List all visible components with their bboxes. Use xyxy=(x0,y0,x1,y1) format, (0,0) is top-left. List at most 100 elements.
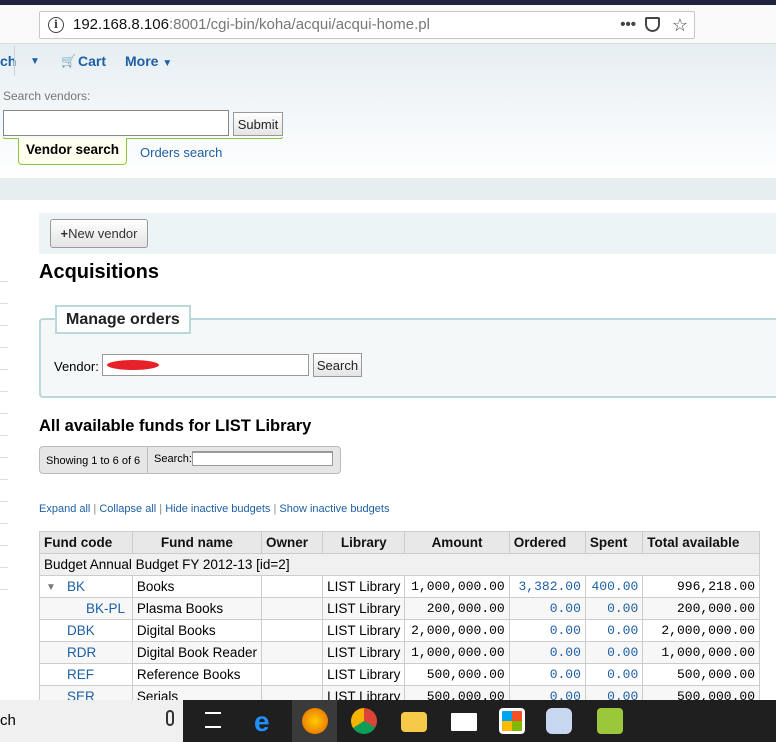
edge-icon[interactable]: e xyxy=(254,706,270,738)
microphone-icon[interactable] xyxy=(166,710,174,726)
store-icon[interactable] xyxy=(499,708,525,734)
collapse-triangle-icon[interactable]: ▼ xyxy=(46,582,56,593)
virtualbox-icon[interactable] xyxy=(546,708,572,734)
tab-vendor-search[interactable]: Vendor search xyxy=(18,138,127,165)
fund-ordered[interactable]: 0.00 xyxy=(508,619,586,642)
table-row: REF Reference Books LIST Library 500,000.00… xyxy=(39,663,760,686)
fund-library: LIST Library xyxy=(322,575,406,598)
fund-spent[interactable]: 0.00 xyxy=(584,597,644,620)
fund-ordered[interactable]: 0.00 xyxy=(508,597,586,620)
fund-total-available: 2,000,000.00 xyxy=(642,619,760,642)
acq-toolbar: +New vendor xyxy=(39,213,776,254)
mail-icon[interactable] xyxy=(451,713,477,731)
col-owner[interactable]: Owner xyxy=(260,531,324,554)
expand-all-link[interactable]: Expand all xyxy=(39,503,90,515)
caret-down-icon: ▼ xyxy=(162,58,173,69)
file-explorer-icon[interactable] xyxy=(401,712,427,732)
collapse-all-link[interactable]: Collapse all xyxy=(99,503,156,515)
more-actions-icon[interactable]: ••• xyxy=(620,12,636,38)
new-vendor-label: New vendor xyxy=(68,226,138,241)
fund-code-link[interactable]: BK-PL xyxy=(86,601,125,616)
vendor-input[interactable] xyxy=(102,354,309,376)
show-inactive-link[interactable]: Show inactive budgets xyxy=(279,503,389,515)
table-row: RDR Digital Book Reader LIST Library 1,000,… xyxy=(39,641,760,664)
fund-name: Digital Book Reader xyxy=(131,641,262,664)
url-path: :8001/cgi-bin/koha/acqui/acqui-home.pl xyxy=(168,16,430,33)
fund-total-available: 1,000,000.00 xyxy=(642,641,760,664)
fund-owner xyxy=(260,619,324,642)
chrome-icon[interactable] xyxy=(351,708,377,734)
vendor-label: Vendor: xyxy=(54,359,99,374)
taskbar-search-text: ch xyxy=(0,712,16,729)
firefox-icon[interactable] xyxy=(302,708,328,734)
browser-toolbar: i 192.168.8.106:8001/cgi-bin/koha/acqui/… xyxy=(0,5,776,44)
fund-ordered[interactable]: 0.00 xyxy=(508,641,586,664)
budget-row: Budget Annual Budget FY 2012-13 [id=2] xyxy=(39,553,760,576)
col-fund-code[interactable]: Fund code xyxy=(39,531,133,554)
col-fund-name[interactable]: Fund name xyxy=(131,531,262,554)
url-host: 192.168.8.106 xyxy=(73,16,169,33)
fund-name: Reference Books xyxy=(131,663,262,686)
hide-inactive-link[interactable]: Hide inactive budgets xyxy=(165,503,270,515)
fund-spent[interactable]: 0.00 xyxy=(584,663,644,686)
new-vendor-button[interactable]: +New vendor xyxy=(50,219,148,248)
col-total-available[interactable]: Total available xyxy=(642,531,760,554)
nav-cart[interactable]: Cart xyxy=(78,53,106,69)
caret-down-icon[interactable]: ▼ xyxy=(30,56,40,67)
divider xyxy=(147,447,148,473)
cart-icon: 🛒 xyxy=(61,54,76,68)
fund-spent[interactable]: 400.00 xyxy=(584,575,644,598)
fund-total-available: 200,000.00 xyxy=(642,597,760,620)
breadcrumb-band xyxy=(0,178,776,200)
budget-label: Budget Annual Budget FY 2012-13 [id=2] xyxy=(39,553,760,576)
fund-amount: 1,000,000.00 xyxy=(404,641,510,664)
fund-library: LIST Library xyxy=(322,641,406,664)
table-row: ▼ BK Books LIST Library 1,000,000.00 3,382.00… xyxy=(39,575,760,598)
fund-spent[interactable]: 0.00 xyxy=(584,619,644,642)
fund-amount: 1,000,000.00 xyxy=(404,575,510,598)
redaction-mark xyxy=(107,360,159,370)
info-icon[interactable]: i xyxy=(48,17,64,33)
col-amount[interactable]: Amount xyxy=(404,531,510,554)
datatable-info: Showing 1 to 6 of 6 xyxy=(46,455,141,467)
taskbar-search[interactable]: ch xyxy=(0,700,143,742)
table-header-row: Fund code Fund name Owner Library Amount… xyxy=(39,531,760,554)
tab-orders-search[interactable]: Orders search xyxy=(140,145,222,160)
datatable-search-label: Search: xyxy=(154,453,192,465)
vendor-search-button[interactable]: Search xyxy=(313,353,362,377)
fund-ordered[interactable]: 3,382.00 xyxy=(508,575,586,598)
task-view-icon[interactable] xyxy=(205,712,221,728)
fund-ordered[interactable]: 0.00 xyxy=(508,663,586,686)
nav-more[interactable]: More ▼ xyxy=(125,53,172,69)
fund-owner xyxy=(260,597,324,620)
budget-links: Expand all | Collapse all | Hide inactiv… xyxy=(39,503,390,515)
fund-total-available: 500,000.00 xyxy=(642,663,760,686)
sidebar-edge xyxy=(0,260,8,600)
fund-amount: 2,000,000.00 xyxy=(404,619,510,642)
plus-icon: + xyxy=(60,226,69,241)
table-row: DBK Digital Books LIST Library 2,000,000.00… xyxy=(39,619,760,642)
datatable-search-input[interactable] xyxy=(192,451,333,466)
fund-library: LIST Library xyxy=(322,663,406,686)
col-ordered[interactable]: Ordered xyxy=(508,531,586,554)
fund-spent[interactable]: 0.00 xyxy=(584,641,644,664)
fund-code-link[interactable]: RDR xyxy=(67,645,96,660)
col-spent[interactable]: Spent xyxy=(584,531,644,554)
vendor-search-input[interactable] xyxy=(3,110,229,136)
nav-divider xyxy=(14,46,15,76)
submit-button[interactable]: Submit xyxy=(233,112,283,136)
search-vendors-label: Search vendors: xyxy=(3,89,91,103)
nav-more-label: More xyxy=(125,53,159,69)
bookmark-star-icon[interactable]: ☆ xyxy=(672,12,688,38)
fund-code-link[interactable]: DBK xyxy=(67,623,95,638)
funds-heading: All available funds for LIST Library xyxy=(39,417,312,435)
fund-code-link[interactable]: BK xyxy=(67,579,85,594)
fund-total-available: 996,218.00 xyxy=(642,575,760,598)
notepad-icon[interactable] xyxy=(597,708,623,734)
url-bar[interactable]: i 192.168.8.106:8001/cgi-bin/koha/acqui/… xyxy=(39,11,695,39)
fund-amount: 500,000.00 xyxy=(404,663,510,686)
col-library[interactable]: Library xyxy=(322,531,406,554)
fund-code-link[interactable]: REF xyxy=(67,667,94,682)
pocket-icon[interactable] xyxy=(645,17,660,32)
fund-owner xyxy=(260,641,324,664)
